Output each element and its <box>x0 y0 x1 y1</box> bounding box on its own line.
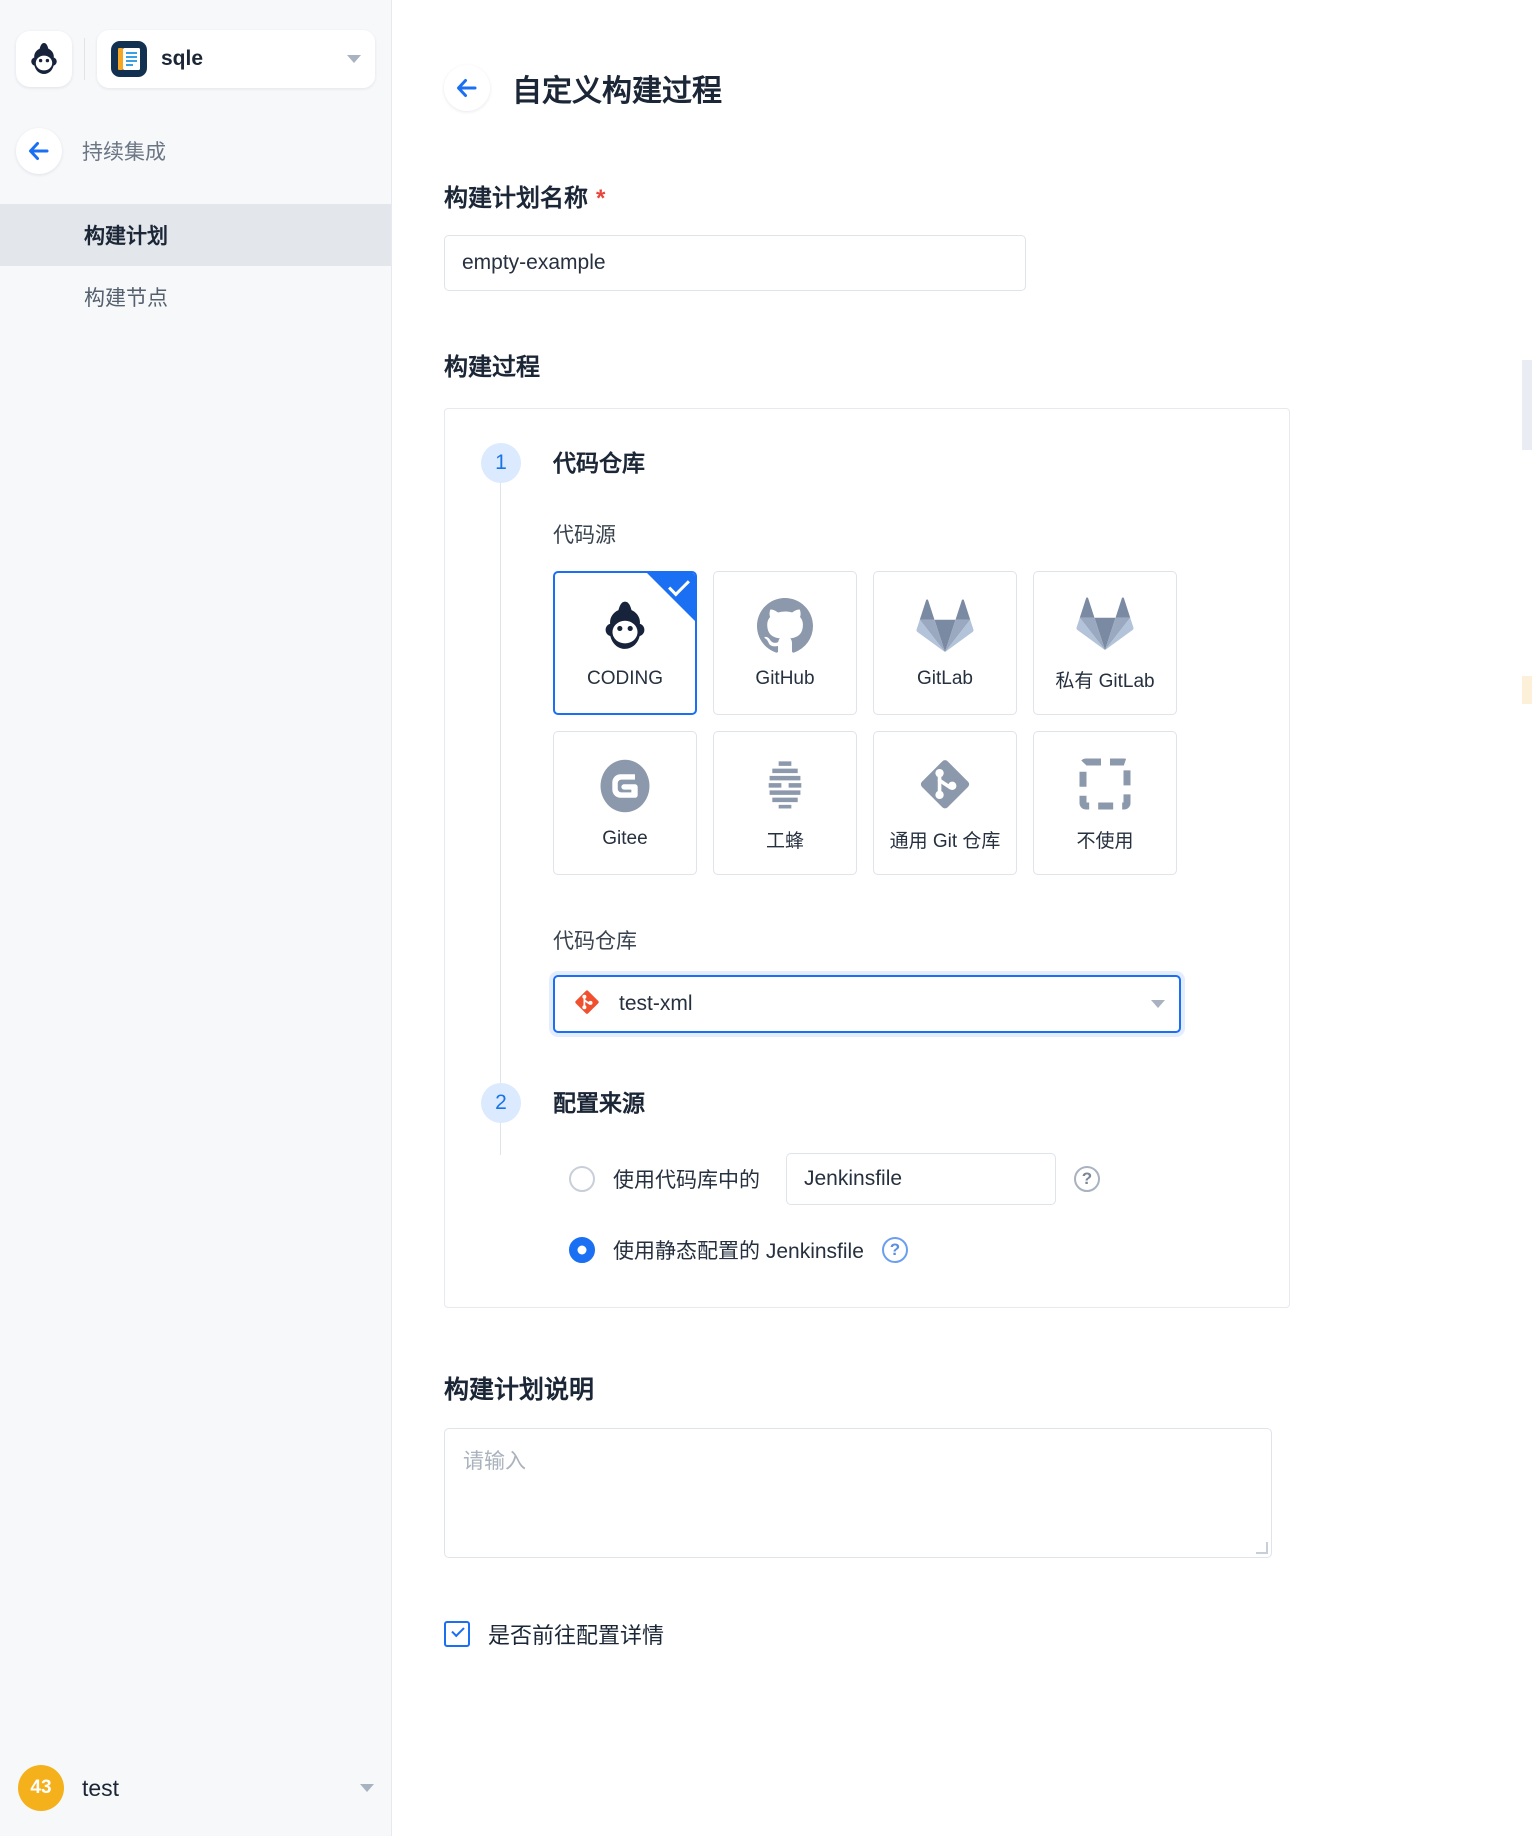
source-card-gitee[interactable]: Gitee <box>553 731 697 876</box>
main-inner: 自定义构建过程 构建计划名称 * empty-example 构建过程 1 代码仓… <box>392 0 1532 1650</box>
plan-name-label: 构建计划名称 * <box>444 178 1480 213</box>
description-placeholder: 请输入 <box>463 1450 526 1474</box>
source-card-label: CODING <box>587 668 663 690</box>
sidebar-back-row[interactable]: 持续集成 <box>0 88 391 174</box>
project-book-icon <box>111 41 147 77</box>
goto-config-detail-checkbox[interactable] <box>444 1621 470 1648</box>
project-name: sqle <box>161 47 204 70</box>
git-diamond-icon <box>916 754 974 814</box>
step-1-title: 代码仓库 <box>553 450 645 477</box>
user-name: test <box>82 1774 120 1801</box>
source-card-gongfeng[interactable]: 工蜂 <box>713 731 857 876</box>
radio-static-label: 使用静态配置的 Jenkinsfile <box>613 1240 864 1264</box>
repository-select[interactable]: test-xml <box>553 975 1181 1034</box>
scroll-edge-strip <box>1522 420 1532 450</box>
goto-config-detail-row[interactable]: 是否前往配置详情 <box>444 1618 1480 1650</box>
sidebar: sqle 持续集成 构建计划 构建节点 43 test <box>0 0 392 1836</box>
repository-label: 代码仓库 <box>553 930 637 954</box>
github-icon <box>757 596 813 656</box>
plan-name-label-text: 构建计划名称 <box>444 185 588 213</box>
goto-config-detail-label: 是否前往配置详情 <box>488 1623 665 1649</box>
source-card-label: 私有 GitLab <box>1055 670 1155 692</box>
source-card-gitlab[interactable]: GitLab <box>873 571 1017 716</box>
gitlab-icon <box>1076 594 1134 654</box>
radio-repo-label: 使用代码库中的 <box>613 1169 760 1193</box>
radio-static-jenkinsfile[interactable] <box>569 1237 595 1264</box>
git-diamond-red-icon <box>573 988 601 1021</box>
source-card-private-gitlab[interactable]: 私有 GitLab <box>1033 571 1177 716</box>
arrow-left-icon[interactable] <box>16 128 62 174</box>
chevron-down-icon[interactable] <box>347 55 361 63</box>
build-process-section-title: 构建过程 <box>444 354 540 382</box>
description-title: 构建计划说明 <box>444 1376 595 1405</box>
source-card-label: 不使用 <box>1076 830 1134 852</box>
sidebar-header: sqle <box>0 0 391 88</box>
config-source-option-static[interactable]: 使用静态配置的 Jenkinsfile ? <box>553 1235 1289 1265</box>
build-process-panel: 1 代码仓库 代码源 CODING GitHub GitLab 私有 GitLa… <box>444 408 1290 1309</box>
description-textarea[interactable]: 请输入 <box>444 1428 1272 1559</box>
source-card-label: GitLab <box>917 668 973 690</box>
source-card-label: 通用 Git 仓库 <box>889 830 1001 852</box>
sidebar-nav: 构建计划 构建节点 <box>0 204 391 328</box>
avatar[interactable]: 43 <box>18 1765 64 1811</box>
jenkinsfile-path-input[interactable]: Jenkinsfile <box>786 1153 1056 1206</box>
step-1-body: 代码仓库 代码源 CODING GitHub GitLab 私有 GitLab … <box>521 443 1289 1034</box>
main-content: 自定义构建过程 构建计划名称 * empty-example 构建过程 1 代码仓… <box>392 0 1532 1836</box>
question-mark-icon[interactable]: ? <box>1074 1166 1100 1193</box>
page-title: 自定义构建过程 <box>512 75 722 109</box>
source-type-label: 代码源 <box>553 524 616 548</box>
source-card-label: Gitee <box>602 828 648 850</box>
sidebar-item-build-node[interactable]: 构建节点 <box>0 266 391 328</box>
source-card-grid: CODING GitHub GitLab 私有 GitLab Gitee 工蜂 … <box>553 571 1177 876</box>
question-mark-icon[interactable]: ? <box>881 1237 908 1264</box>
step-1: 1 代码仓库 代码源 CODING GitHub GitLab 私有 GitLa… <box>445 443 1289 1034</box>
coding-monkey-icon <box>596 596 654 656</box>
step-2: 2 配置来源 使用代码库中的 Jenkinsfile ? 使用静态配置的 Jen… <box>445 1083 1289 1265</box>
sidebar-item-label: 构建计划 <box>84 225 168 248</box>
source-card-generic-git[interactable]: 通用 Git 仓库 <box>873 731 1017 876</box>
dashed-square-icon <box>1079 754 1131 814</box>
repository-value: test-xml <box>619 992 693 1016</box>
step-1-number: 1 <box>481 443 521 484</box>
sidebar-back-label: 持续集成 <box>82 141 166 164</box>
chevron-down-icon[interactable] <box>360 1784 374 1792</box>
project-selector[interactable]: sqle <box>97 30 375 88</box>
source-card-coding[interactable]: CODING <box>553 571 697 716</box>
arrow-left-icon[interactable] <box>444 65 490 112</box>
plan-name-input[interactable]: empty-example <box>444 235 1026 292</box>
radio-repo-jenkinsfile[interactable] <box>569 1166 595 1193</box>
source-card-none[interactable]: 不使用 <box>1033 731 1177 876</box>
sidebar-divider <box>84 38 85 80</box>
app-root: sqle 持续集成 构建计划 构建节点 43 test 自定义构建过程 构建计划… <box>0 0 1532 1836</box>
sidebar-user-row[interactable]: 43 test <box>0 1740 392 1836</box>
resize-handle[interactable] <box>1256 1542 1268 1555</box>
coding-monkey-logo-icon[interactable] <box>16 31 72 87</box>
step-2-title: 配置来源 <box>553 1090 645 1117</box>
chevron-down-icon[interactable] <box>1151 1000 1165 1009</box>
config-source-option-repo[interactable]: 使用代码库中的 Jenkinsfile ? <box>553 1153 1289 1206</box>
step-2-number: 2 <box>481 1083 521 1124</box>
required-asterisk: * <box>596 185 606 213</box>
page-header: 自定义构建过程 <box>444 46 1480 130</box>
scroll-edge-highlight <box>1522 676 1532 704</box>
step-2-body: 配置来源 使用代码库中的 Jenkinsfile ? 使用静态配置的 Jenki… <box>521 1083 1289 1265</box>
jenkinsfile-path-value: Jenkinsfile <box>804 1167 903 1191</box>
source-card-label: 工蜂 <box>765 830 804 852</box>
sidebar-item-label: 构建节点 <box>84 287 168 310</box>
sidebar-item-build-plan[interactable]: 构建计划 <box>0 204 391 266</box>
source-card-label: GitHub <box>755 668 815 690</box>
plan-name-value: empty-example <box>462 251 606 275</box>
source-card-github[interactable]: GitHub <box>713 571 857 716</box>
gitlab-icon <box>916 596 974 656</box>
gongfeng-icon <box>756 754 814 814</box>
gitee-icon <box>596 756 654 816</box>
